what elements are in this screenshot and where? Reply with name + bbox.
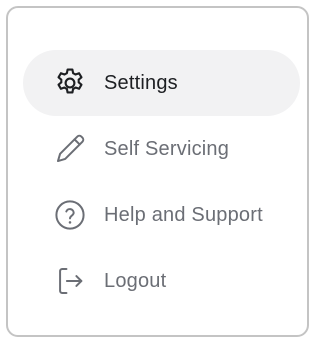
question-circle-icon bbox=[53, 198, 87, 232]
menu-item-logout[interactable]: Logout bbox=[23, 248, 300, 314]
menu-item-settings[interactable]: Settings bbox=[23, 50, 300, 116]
menu-item-label: Settings bbox=[104, 71, 178, 94]
menu-item-label: Self Servicing bbox=[104, 137, 230, 160]
logout-icon bbox=[53, 264, 87, 298]
menu-item-label: Logout bbox=[104, 269, 167, 292]
menu-item-self-servicing[interactable]: Self Servicing bbox=[23, 116, 300, 182]
menu-item-label: Help and Support bbox=[104, 203, 263, 226]
menu-item-help-and-support[interactable]: Help and Support bbox=[23, 182, 300, 248]
gear-icon bbox=[53, 66, 87, 100]
dropdown-menu: Settings Self Servicing Help and Support bbox=[6, 6, 309, 337]
pencil-icon bbox=[53, 132, 87, 166]
